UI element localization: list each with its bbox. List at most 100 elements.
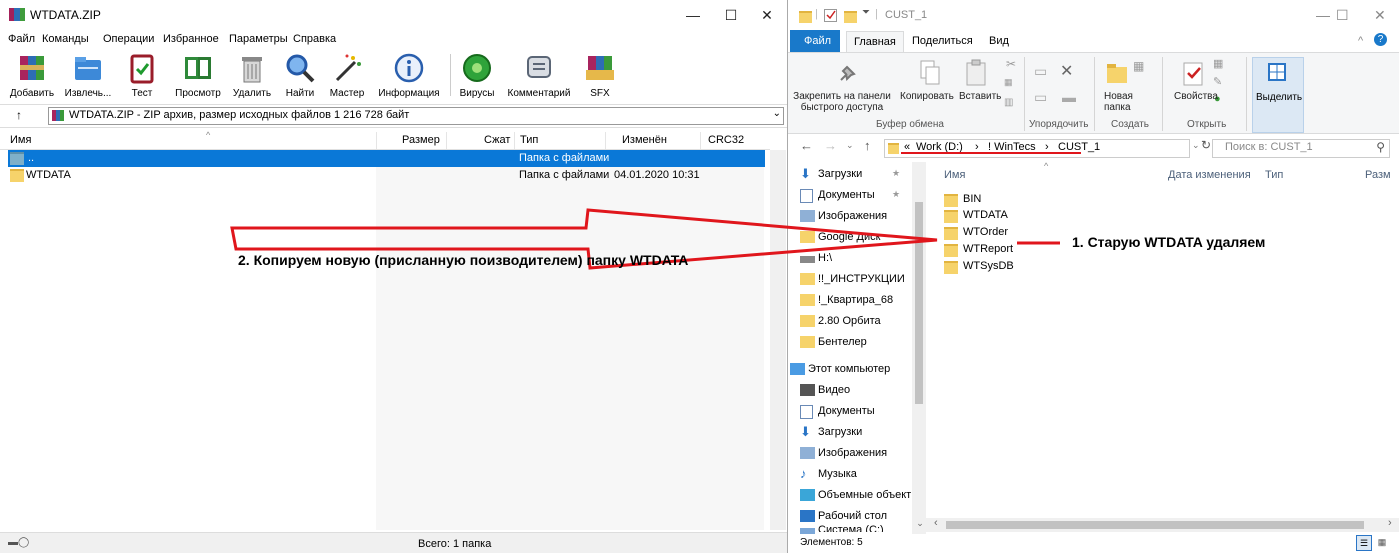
nav-scrollbar[interactable] <box>912 162 926 534</box>
nav-item-benteler[interactable]: Бентелер <box>818 336 867 348</box>
maximize-button[interactable]: ☐ <box>716 4 746 26</box>
new-item-icon[interactable]: ▦ <box>1133 59 1144 73</box>
rename-icon[interactable]: ▬ <box>1062 89 1076 105</box>
new-folder-quick-icon[interactable] <box>844 11 857 23</box>
properties-checkbox-icon[interactable] <box>824 9 837 22</box>
new-folder-button[interactable]: Новая папка <box>1104 91 1144 113</box>
menu-file[interactable]: Файл <box>8 33 35 45</box>
col-packed[interactable]: Сжат <box>484 134 510 146</box>
breadcrumb[interactable]: « Work (D:) › ! WinTecs › CUST_1 <box>884 139 1190 158</box>
nav-item-system-c[interactable]: Система (C:) <box>818 524 884 532</box>
nav-item-pc-documents[interactable]: Документы <box>818 405 875 417</box>
menu-options[interactable]: Параметры <box>229 33 288 45</box>
file-row[interactable]: BIN <box>944 192 1104 208</box>
copy-to-icon[interactable]: ▭ <box>1034 89 1047 106</box>
edit-icon[interactable]: ✎ <box>1213 75 1222 88</box>
sfx-button[interactable]: SFX <box>582 48 618 103</box>
up-arrow-icon[interactable]: ↑ <box>864 138 871 153</box>
table-row-wtdata[interactable]: WTDATA Папка с файлами 04.01.2020 10:31 <box>8 167 765 184</box>
search-input[interactable]: Поиск в: CUST_1 ⚲ <box>1212 139 1390 158</box>
refresh-icon[interactable]: ↻ <box>1201 138 1211 152</box>
find-button[interactable]: Найти <box>280 48 320 103</box>
pin-button[interactable]: Закрепить на панели быстрого доступа <box>790 91 894 113</box>
chevron-down-icon[interactable]: ⌄ <box>773 108 781 119</box>
nav-item-instructions[interactable]: !!_ИНСТРУКЦИИ <box>818 273 905 285</box>
file-row[interactable]: WTDATA <box>944 208 1104 224</box>
extract-button[interactable]: Извлечь... <box>62 48 114 103</box>
copy-button[interactable]: Копировать <box>900 91 954 102</box>
col-modified[interactable]: Изменён <box>622 134 667 146</box>
menu-operations[interactable]: Операции <box>103 33 154 45</box>
nav-item-this-pc[interactable]: Этот компьютер <box>808 363 890 375</box>
menu-favorites[interactable]: Избранное <box>163 33 219 45</box>
tab-view[interactable]: Вид <box>989 35 1009 47</box>
maximize-button[interactable]: ☐ <box>1336 7 1349 24</box>
breadcrumb-cust1[interactable]: CUST_1 <box>1058 141 1100 153</box>
nav-item-h-drive[interactable]: H:\ <box>818 252 832 264</box>
move-to-icon[interactable]: ▭ <box>1034 63 1047 80</box>
details-view-icon[interactable]: ☰ <box>1356 535 1372 551</box>
nav-item-videos[interactable]: Видео <box>818 384 850 396</box>
breadcrumb-wintecs[interactable]: ! WinTecs <box>988 141 1036 153</box>
file-row[interactable]: WTSysDB <box>944 259 1104 275</box>
table-row-parent[interactable]: .. Папка с файлами <box>8 150 765 167</box>
comment-button[interactable]: Комментарий <box>502 48 576 103</box>
col-type[interactable]: Тип <box>1265 169 1283 181</box>
nav-item-google-drive[interactable]: Google Диск <box>818 231 880 243</box>
select-button[interactable]: Выделить <box>1252 57 1304 133</box>
nav-item-pictures[interactable]: Изображения <box>818 210 887 222</box>
drive-icon[interactable]: ▬◯ <box>8 537 29 548</box>
close-button[interactable]: ✕ <box>752 4 782 26</box>
col-name[interactable]: Имя <box>944 169 965 181</box>
virus-scan-button[interactable]: Вирусы <box>454 48 500 103</box>
tab-home[interactable]: Главная <box>846 31 904 52</box>
nav-item-pc-downloads[interactable]: Загрузки <box>818 426 862 438</box>
nav-item-orbita[interactable]: 2.80 Орбита <box>818 315 881 327</box>
winrar-scrollbar[interactable] <box>770 150 786 530</box>
info-button[interactable]: Информация <box>374 48 444 103</box>
col-name[interactable]: Имя <box>10 134 31 146</box>
paste-button[interactable]: Вставить <box>959 91 1001 102</box>
pin-icon[interactable]: ★ <box>892 189 900 200</box>
view-button[interactable]: Просмотр <box>170 48 226 103</box>
forward-arrow-icon[interactable]: → <box>824 138 837 153</box>
nav-item-desktop[interactable]: Рабочий стол <box>818 510 887 522</box>
col-type[interactable]: Тип <box>520 134 538 146</box>
breadcrumb-drive[interactable]: Work (D:) <box>916 141 963 153</box>
nav-item-music[interactable]: Музыка <box>818 468 857 480</box>
wizard-button[interactable]: Мастер <box>322 48 372 103</box>
copy-path-icon[interactable]: ▦ <box>1004 77 1013 88</box>
nav-item-apartment[interactable]: !_Квартира_68 <box>818 294 893 306</box>
ribbon-collapse-icon[interactable]: ^ <box>1358 35 1363 47</box>
back-arrow-icon[interactable]: ← <box>800 138 813 153</box>
col-crc[interactable]: CRC32 <box>708 134 744 146</box>
nav-scroll-thumb[interactable] <box>915 202 923 404</box>
properties-button[interactable]: Свойства <box>1174 91 1218 102</box>
up-arrow-icon[interactable]: ↑ <box>16 108 22 122</box>
quick-access-dropdown-icon[interactable]: ⏷ <box>862 7 870 18</box>
file-list-hscroll[interactable]: ‹ › <box>928 517 1399 532</box>
cut-icon[interactable]: ✂ <box>1006 57 1016 71</box>
minimize-button[interactable]: — <box>678 4 708 26</box>
col-size[interactable]: Разм <box>1365 169 1391 181</box>
delete-button[interactable]: Удалить <box>230 48 274 103</box>
nav-item-downloads[interactable]: Загрузки <box>818 168 862 180</box>
hscroll-thumb[interactable] <box>946 521 1364 529</box>
nav-item-pc-pictures[interactable]: Изображения <box>818 447 887 459</box>
scroll-left-icon[interactable]: ‹ <box>934 517 938 529</box>
open-icon[interactable]: ▦ <box>1213 57 1223 70</box>
minimize-button[interactable]: — <box>1316 7 1330 23</box>
large-icons-view-icon[interactable]: ▦ <box>1375 535 1389 549</box>
add-button[interactable]: Добавить <box>8 48 56 103</box>
test-button[interactable]: Тест <box>120 48 164 103</box>
pin-icon[interactable]: ★ <box>892 168 900 179</box>
paste-shortcut-icon[interactable]: ▥ <box>1004 97 1013 108</box>
scroll-right-icon[interactable]: › <box>1388 517 1392 529</box>
col-size[interactable]: Размер <box>402 134 440 146</box>
address-dropdown-icon[interactable]: ⌄ <box>1192 140 1200 151</box>
close-button[interactable]: ✕ <box>1374 7 1386 24</box>
breadcrumb-overflow[interactable]: « <box>904 141 910 153</box>
menu-commands[interactable]: Команды <box>42 33 89 45</box>
col-date[interactable]: Дата изменения <box>1168 169 1251 181</box>
search-icon[interactable]: ⚲ <box>1376 140 1385 154</box>
